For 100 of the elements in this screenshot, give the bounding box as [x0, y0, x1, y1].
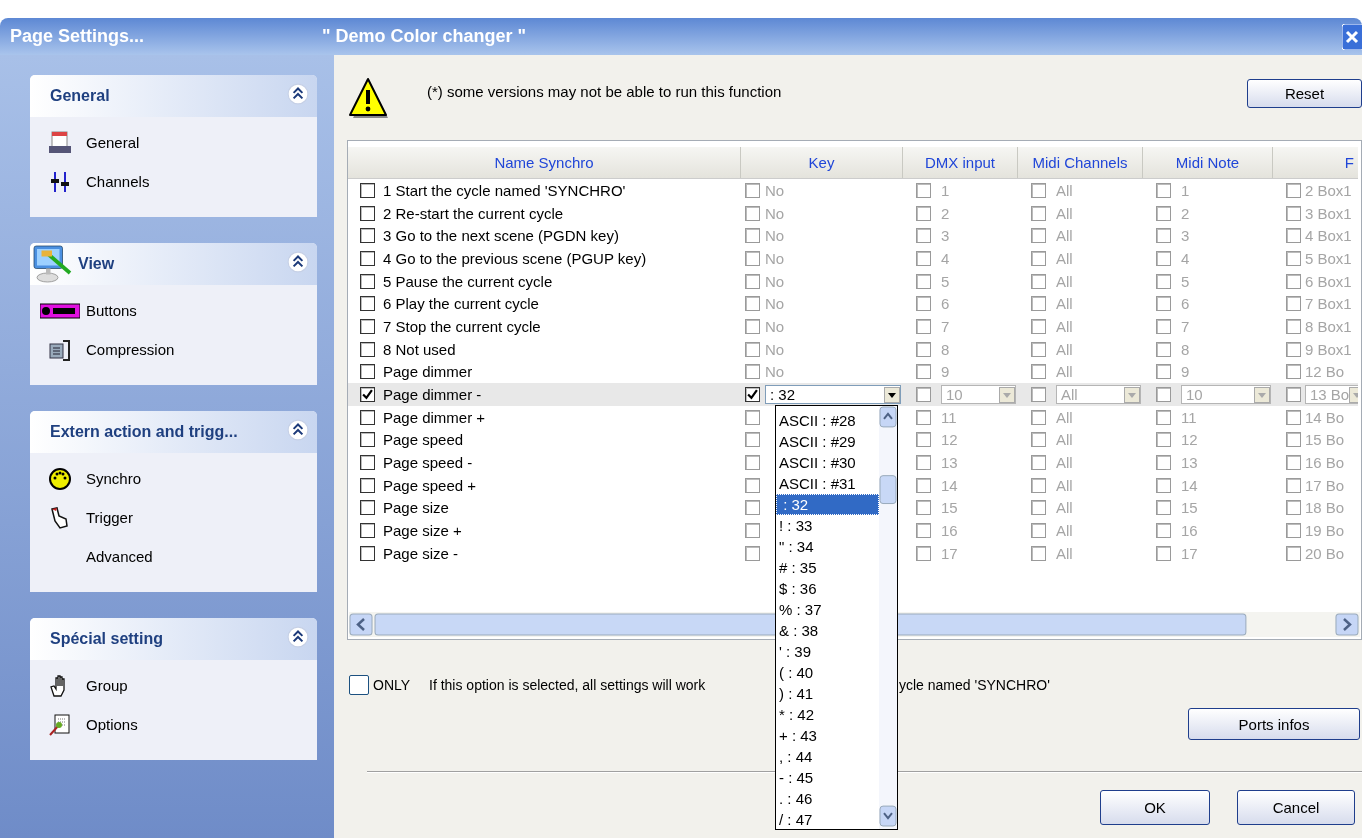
checkbox[interactable] [1031, 500, 1046, 516]
checkbox[interactable] [1031, 364, 1046, 380]
checkbox[interactable] [1286, 250, 1301, 266]
sidebar-item[interactable]: Group [86, 677, 128, 694]
checkbox[interactable] [1286, 455, 1301, 471]
checkbox[interactable] [1031, 477, 1046, 493]
checkbox[interactable] [360, 432, 375, 448]
checkbox[interactable] [360, 364, 375, 380]
checkbox[interactable] [1286, 523, 1301, 539]
reset-button[interactable]: Reset [1247, 79, 1362, 108]
panel-header[interactable]: View [30, 243, 317, 285]
column-header[interactable]: Name Synchro [348, 147, 741, 178]
sidebar-item[interactable]: Synchro [86, 470, 142, 487]
checkbox[interactable] [916, 273, 931, 289]
checkbox[interactable] [916, 228, 931, 244]
dropdown-item[interactable]: : 32 [776, 494, 879, 515]
cancel-button[interactable]: Cancel [1237, 790, 1355, 825]
checkbox[interactable] [1286, 228, 1301, 244]
checkbox[interactable] [1156, 500, 1171, 516]
checkbox[interactable] [1286, 296, 1301, 312]
column-header[interactable]: Key [741, 147, 903, 178]
sidebar-item[interactable]: Trigger [86, 509, 133, 526]
checkbox[interactable] [916, 545, 931, 561]
checkbox[interactable] [360, 273, 375, 289]
dropdown-item[interactable]: ( : 40 [776, 662, 879, 683]
dropdown-item[interactable]: ! : 33 [776, 515, 879, 536]
checkbox[interactable] [1286, 341, 1301, 357]
checkbox[interactable] [1031, 432, 1046, 448]
checkbox[interactable] [745, 409, 760, 425]
checkbox[interactable] [1031, 250, 1046, 266]
dropdown-item[interactable]: ASCII : #31 [776, 473, 879, 494]
checkbox[interactable] [1031, 455, 1046, 471]
dropdown-item[interactable]: " : 34 [776, 536, 879, 557]
checkbox[interactable] [745, 364, 760, 380]
checkbox[interactable] [745, 387, 760, 403]
checkbox[interactable] [916, 477, 931, 493]
dropdown-item[interactable]: / : 47 [776, 809, 879, 830]
checkbox[interactable] [916, 409, 931, 425]
checkbox[interactable] [916, 296, 931, 312]
checkbox[interactable] [1286, 409, 1301, 425]
checkbox[interactable] [1031, 545, 1046, 561]
ok-button[interactable]: OK [1100, 790, 1210, 825]
checkbox[interactable] [1286, 432, 1301, 448]
checkbox[interactable] [1031, 205, 1046, 221]
sidebar-item[interactable]: Advanced [86, 548, 153, 565]
checkbox[interactable] [360, 409, 375, 425]
dropdown-item[interactable]: ASCII : #28 [776, 410, 879, 431]
checkbox[interactable] [1031, 387, 1046, 403]
checkbox[interactable] [1156, 455, 1171, 471]
checkbox[interactable] [1156, 341, 1171, 357]
column-header[interactable]: Midi Channels [1018, 147, 1143, 178]
dropdown-item[interactable]: * : 42 [776, 704, 879, 725]
dropdown-item[interactable]: % : 37 [776, 599, 879, 620]
checkbox[interactable] [1156, 477, 1171, 493]
column-header[interactable]: F [1273, 147, 1358, 178]
checkbox[interactable] [360, 296, 375, 312]
checkbox[interactable] [1286, 545, 1301, 561]
checkbox[interactable] [360, 250, 375, 266]
checkbox[interactable] [1156, 364, 1171, 380]
checkbox[interactable] [745, 250, 760, 266]
collapse-icon[interactable] [287, 419, 309, 441]
sidebar-item[interactable]: Channels [86, 173, 150, 190]
checkbox[interactable] [349, 675, 369, 695]
checkbox[interactable] [360, 182, 375, 198]
checkbox[interactable] [1286, 205, 1301, 221]
checkbox[interactable] [1286, 182, 1301, 198]
checkbox[interactable] [1286, 364, 1301, 380]
checkbox[interactable] [916, 341, 931, 357]
checkbox[interactable] [1286, 273, 1301, 289]
dropdown-item[interactable]: - : 45 [776, 767, 879, 788]
checkbox[interactable] [360, 500, 375, 516]
checkbox[interactable] [1156, 273, 1171, 289]
collapse-icon[interactable] [287, 626, 309, 648]
dropdown-item[interactable]: ' : 39 [776, 641, 879, 662]
dropdown-item[interactable]: . : 46 [776, 788, 879, 809]
checkbox[interactable] [745, 477, 760, 493]
checkbox-label[interactable]: ONLY [373, 677, 429, 693]
checkbox[interactable] [745, 273, 760, 289]
checkbox[interactable] [745, 318, 760, 334]
panel-header[interactable]: Spécial setting [30, 618, 317, 660]
checkbox[interactable] [916, 523, 931, 539]
dropdown-item[interactable]: # : 35 [776, 557, 879, 578]
checkbox[interactable] [745, 523, 760, 539]
checkbox[interactable] [745, 500, 760, 516]
checkbox[interactable] [1156, 523, 1171, 539]
dropdown-item[interactable]: ASCII : #30 [776, 452, 879, 473]
checkbox[interactable] [745, 432, 760, 448]
sidebar-item[interactable]: General [86, 134, 140, 151]
checkbox[interactable] [360, 228, 375, 244]
checkbox[interactable] [1156, 182, 1171, 198]
checkbox[interactable] [1031, 182, 1046, 198]
ports-infos-button[interactable]: Ports infos [1188, 708, 1360, 740]
checkbox[interactable] [360, 523, 375, 539]
checkbox[interactable] [1156, 318, 1171, 334]
column-header[interactable]: DMX input [903, 147, 1018, 178]
checkbox[interactable] [1031, 228, 1046, 244]
checkbox[interactable] [1156, 545, 1171, 561]
checkbox[interactable] [360, 318, 375, 334]
dropdown-item[interactable]: + : 43 [776, 725, 879, 746]
vertical-scrollbar[interactable] [879, 406, 897, 829]
